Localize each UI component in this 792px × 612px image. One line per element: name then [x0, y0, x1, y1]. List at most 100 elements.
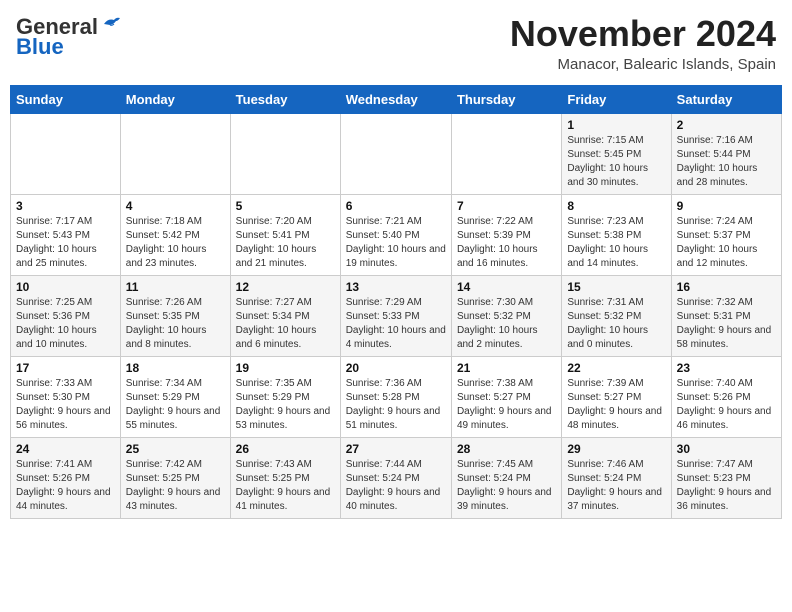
day-number: 22 [567, 361, 665, 375]
logo-blue: Blue [16, 34, 64, 60]
day-number: 25 [126, 442, 225, 456]
day-cell: 7 Sunrise: 7:22 AMSunset: 5:39 PMDaylight… [451, 194, 561, 275]
day-cell: 30 Sunrise: 7:47 AMSunset: 5:23 PMDayligh… [671, 437, 781, 518]
day-cell: 27 Sunrise: 7:44 AMSunset: 5:24 PMDayligh… [340, 437, 451, 518]
weekday-header-saturday: Saturday [671, 85, 781, 113]
day-cell: 25 Sunrise: 7:42 AMSunset: 5:25 PMDayligh… [120, 437, 230, 518]
day-info: Sunrise: 7:22 AMSunset: 5:39 PMDaylight:… [457, 215, 556, 271]
day-number: 16 [677, 280, 776, 294]
day-number: 24 [16, 442, 115, 456]
day-number: 18 [126, 361, 225, 375]
day-cell: 8 Sunrise: 7:23 AMSunset: 5:38 PMDaylight… [562, 194, 671, 275]
day-cell: 22Sunrise: 7:39 AMSunset: 5:27 PMDayligh… [562, 356, 671, 437]
day-cell: 12Sunrise: 7:27 AMSunset: 5:34 PMDayligh… [230, 275, 340, 356]
day-cell: 10 Sunrise: 7:25 AMSunset: 5:36 PMDayligh… [11, 275, 121, 356]
day-cell [11, 113, 121, 194]
location: Manacor, Balearic Islands, Spain [510, 56, 776, 73]
day-cell [340, 113, 451, 194]
day-number: 23 [677, 361, 776, 375]
day-number: 10 [16, 280, 115, 294]
calendar-table: SundayMondayTuesdayWednesdayThursdayFrid… [10, 85, 782, 519]
day-info: Sunrise: 7:40 AMSunset: 5:26 PMDaylight:… [677, 377, 776, 433]
day-number: 19 [236, 361, 335, 375]
page-header: General Blue November 2024 Manacor, Bale… [10, 10, 782, 77]
day-number: 6 [346, 199, 446, 213]
day-info: Sunrise: 7:24 AMSunset: 5:37 PMDaylight:… [677, 215, 776, 271]
day-cell: 19 Sunrise: 7:35 AMSunset: 5:29 PMDayligh… [230, 356, 340, 437]
day-cell: 3 Sunrise: 7:17 AMSunset: 5:43 PMDaylight… [11, 194, 121, 275]
day-cell: 24 Sunrise: 7:41 AMSunset: 5:26 PMDayligh… [11, 437, 121, 518]
day-number: 4 [126, 199, 225, 213]
day-info: Sunrise: 7:23 AMSunset: 5:38 PMDaylight:… [567, 215, 665, 271]
day-cell: 14 Sunrise: 7:30 AMSunset: 5:32 PMDayligh… [451, 275, 561, 356]
day-info: Sunrise: 7:43 AMSunset: 5:25 PMDaylight:… [236, 458, 335, 514]
day-number: 5 [236, 199, 335, 213]
day-cell: 26 Sunrise: 7:43 AMSunset: 5:25 PMDayligh… [230, 437, 340, 518]
day-cell: 13 Sunrise: 7:29 AMSunset: 5:33 PMDayligh… [340, 275, 451, 356]
day-number: 12 [236, 280, 335, 294]
day-info: Sunrise: 7:30 AMSunset: 5:32 PMDaylight:… [457, 296, 556, 352]
day-cell: 2 Sunrise: 7:16 AMSunset: 5:44 PMDaylight… [671, 113, 781, 194]
day-info: Sunrise: 7:33 AMSunset: 5:30 PMDaylight:… [16, 377, 115, 433]
week-row-1: 1Sunrise: 7:15 AMSunset: 5:45 PMDaylight… [11, 113, 782, 194]
day-info: Sunrise: 7:45 AMSunset: 5:24 PMDaylight:… [457, 458, 556, 514]
weekday-header-sunday: Sunday [11, 85, 121, 113]
day-number: 29 [567, 442, 665, 456]
day-cell: 1Sunrise: 7:15 AMSunset: 5:45 PMDaylight… [562, 113, 671, 194]
day-info: Sunrise: 7:25 AMSunset: 5:36 PMDaylight:… [16, 296, 115, 352]
day-number: 17 [16, 361, 115, 375]
logo-bird-icon [100, 16, 122, 34]
day-info: Sunrise: 7:44 AMSunset: 5:24 PMDaylight:… [346, 458, 446, 514]
weekday-header-thursday: Thursday [451, 85, 561, 113]
day-number: 8 [567, 199, 665, 213]
day-number: 14 [457, 280, 556, 294]
day-info: Sunrise: 7:42 AMSunset: 5:25 PMDaylight:… [126, 458, 225, 514]
title-block: November 2024 Manacor, Balearic Islands,… [510, 14, 776, 73]
day-cell: 11 Sunrise: 7:26 AMSunset: 5:35 PMDayligh… [120, 275, 230, 356]
day-number: 15 [567, 280, 665, 294]
day-number: 27 [346, 442, 446, 456]
day-cell: 6 Sunrise: 7:21 AMSunset: 5:40 PMDaylight… [340, 194, 451, 275]
day-info: Sunrise: 7:31 AMSunset: 5:32 PMDaylight:… [567, 296, 665, 352]
day-cell: 21Sunrise: 7:38 AMSunset: 5:27 PMDayligh… [451, 356, 561, 437]
day-info: Sunrise: 7:17 AMSunset: 5:43 PMDaylight:… [16, 215, 115, 271]
day-cell: 15 Sunrise: 7:31 AMSunset: 5:32 PMDayligh… [562, 275, 671, 356]
day-cell: 4Sunrise: 7:18 AMSunset: 5:42 PMDaylight… [120, 194, 230, 275]
day-number: 30 [677, 442, 776, 456]
weekday-header-tuesday: Tuesday [230, 85, 340, 113]
month-title: November 2024 [510, 14, 776, 54]
logo: General Blue [16, 14, 122, 60]
day-info: Sunrise: 7:16 AMSunset: 5:44 PMDaylight:… [677, 134, 776, 190]
day-number: 26 [236, 442, 335, 456]
day-cell: 9Sunrise: 7:24 AMSunset: 5:37 PMDaylight… [671, 194, 781, 275]
day-info: Sunrise: 7:29 AMSunset: 5:33 PMDaylight:… [346, 296, 446, 352]
day-cell [120, 113, 230, 194]
day-info: Sunrise: 7:46 AMSunset: 5:24 PMDaylight:… [567, 458, 665, 514]
day-info: Sunrise: 7:20 AMSunset: 5:41 PMDaylight:… [236, 215, 335, 271]
day-info: Sunrise: 7:15 AMSunset: 5:45 PMDaylight:… [567, 134, 665, 190]
day-number: 2 [677, 118, 776, 132]
weekday-header-wednesday: Wednesday [340, 85, 451, 113]
day-info: Sunrise: 7:26 AMSunset: 5:35 PMDaylight:… [126, 296, 225, 352]
day-info: Sunrise: 7:47 AMSunset: 5:23 PMDaylight:… [677, 458, 776, 514]
week-row-2: 3 Sunrise: 7:17 AMSunset: 5:43 PMDaylight… [11, 194, 782, 275]
day-number: 21 [457, 361, 556, 375]
day-info: Sunrise: 7:41 AMSunset: 5:26 PMDaylight:… [16, 458, 115, 514]
day-cell: 23 Sunrise: 7:40 AMSunset: 5:26 PMDayligh… [671, 356, 781, 437]
weekday-header-row: SundayMondayTuesdayWednesdayThursdayFrid… [11, 85, 782, 113]
week-row-5: 24 Sunrise: 7:41 AMSunset: 5:26 PMDayligh… [11, 437, 782, 518]
day-cell: 29 Sunrise: 7:46 AMSunset: 5:24 PMDayligh… [562, 437, 671, 518]
day-info: Sunrise: 7:21 AMSunset: 5:40 PMDaylight:… [346, 215, 446, 271]
day-number: 3 [16, 199, 115, 213]
day-cell: 16 Sunrise: 7:32 AMSunset: 5:31 PMDayligh… [671, 275, 781, 356]
day-number: 20 [346, 361, 446, 375]
day-info: Sunrise: 7:32 AMSunset: 5:31 PMDaylight:… [677, 296, 776, 352]
day-number: 11 [126, 280, 225, 294]
day-number: 13 [346, 280, 446, 294]
day-cell: 5 Sunrise: 7:20 AMSunset: 5:41 PMDaylight… [230, 194, 340, 275]
day-cell [451, 113, 561, 194]
day-number: 7 [457, 199, 556, 213]
day-info: Sunrise: 7:35 AMSunset: 5:29 PMDaylight:… [236, 377, 335, 433]
day-cell: 28Sunrise: 7:45 AMSunset: 5:24 PMDayligh… [451, 437, 561, 518]
week-row-3: 10 Sunrise: 7:25 AMSunset: 5:36 PMDayligh… [11, 275, 782, 356]
